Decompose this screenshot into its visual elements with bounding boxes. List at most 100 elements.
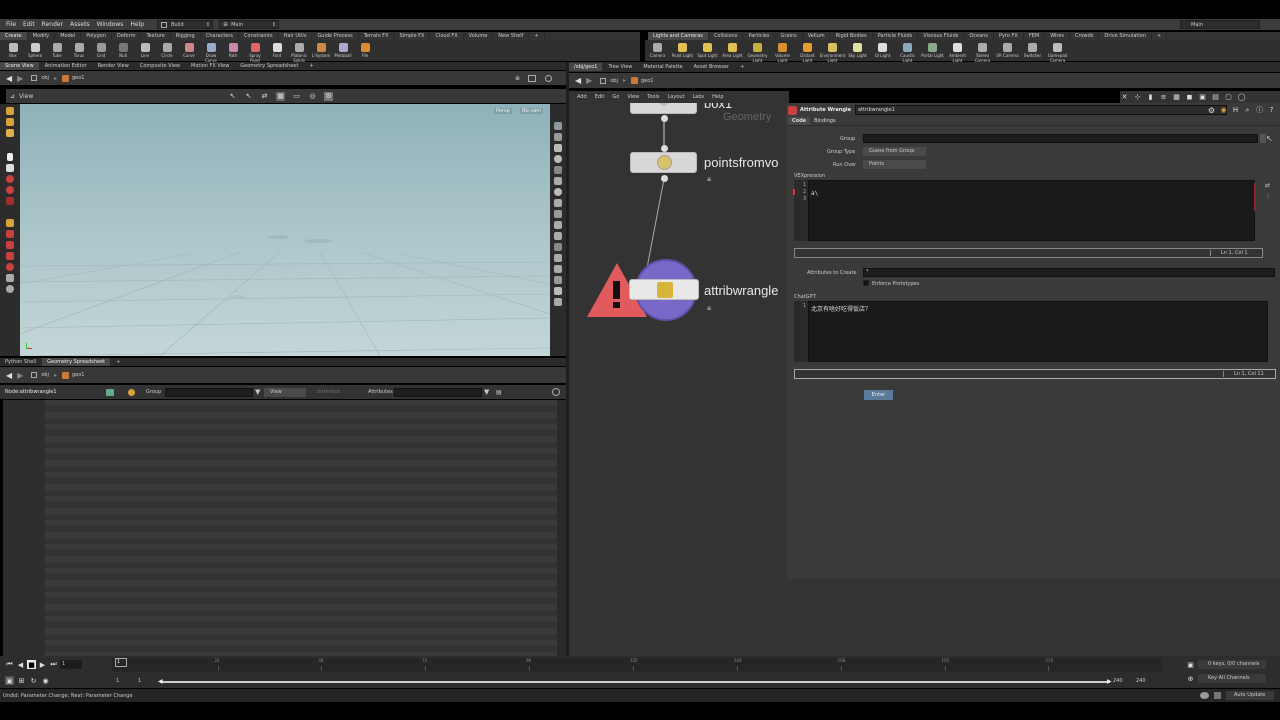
update-mode-icon[interactable] [1214,692,1221,699]
vex-snippet-icon[interactable]: ⇄ [1265,182,1270,189]
select-arrow-icon[interactable]: ↖ [1266,134,1273,143]
shelf-tab-texture[interactable]: Texture [141,32,171,40]
spreadsheet-grid[interactable] [3,400,557,656]
display-icon-6[interactable] [554,177,562,185]
shelf-tab-modify[interactable]: Modify [28,32,56,40]
shelf-tab-vellum[interactable]: Vellum [803,32,831,40]
forward-arrow-icon[interactable]: ▶ [17,74,23,83]
shelf-tab-cloud-fx[interactable]: Cloud FX [430,32,464,40]
components-icon[interactable] [106,388,114,396]
pane-tab-geometry-spreadsheet[interactable]: Geometry Spreadsheet [42,358,112,366]
sync-icon[interactable]: ⇄ [260,92,269,101]
display-icon-1[interactable] [554,122,562,130]
run-over-dropdown[interactable]: Points [863,160,926,169]
gear-icon[interactable]: ⚙ [1207,106,1216,115]
display-icon-16[interactable] [554,287,562,295]
shelf-tool-curve[interactable]: Curve [178,40,200,58]
pane-tab-asset-browser[interactable]: Asset Browser [689,63,736,71]
tool-move-icon[interactable] [6,118,14,126]
path-geo[interactable]: geo1 [72,75,85,81]
shelf-tab-guide-process[interactable]: Guide Process [312,32,359,40]
path-geo[interactable]: geo1 [72,372,85,378]
box1-output-port[interactable] [661,115,668,122]
shelf-tab-lights-and-cameras[interactable]: Lights and Cameras [648,32,709,40]
key-all-button[interactable]: Key All Channels [1198,674,1266,683]
camera-icon[interactable]: ▭ [292,92,301,101]
vex-expand-icon[interactable]: ⋮ [1265,193,1271,200]
range-end[interactable]: 240 [1113,678,1123,684]
network-menu-help[interactable]: Help [712,94,723,100]
network-menu-layout[interactable]: Layout [668,94,685,100]
stop-icon[interactable]: ■ [27,660,36,669]
desktop-select[interactable]: Build ⇕ [157,20,214,29]
help-icon[interactable]: ? [1267,106,1276,115]
shelf-tool-distant-light[interactable]: Distant Light [795,40,820,63]
pane-tab-python-shell[interactable]: Python Shell [0,358,43,366]
shelf-tool-vr-camera[interactable]: VR Camera [995,40,1020,58]
shelf-tool-platonic-solids[interactable]: Platonic Solids [288,40,310,63]
shelf-tool-metaball[interactable]: Metaball [332,40,354,58]
network-menu-tools[interactable]: Tools [647,94,659,100]
network-menu-add[interactable]: Add [577,94,587,100]
shelf-tool-tube[interactable]: Tube [46,40,68,58]
tool-pose-icon[interactable] [6,197,14,205]
pane-tab-material-palette[interactable]: Material Palette [638,63,689,71]
filter-icon[interactable]: ▼ [484,388,489,396]
pane-tab-animation-editor[interactable]: Animation Editor [40,62,93,70]
chatgpt-prompt-editor[interactable]: 北京有啥好吃得饭店？ [808,301,1268,362]
display-icon-10[interactable] [554,221,562,229]
shelf-tool-switcher[interactable]: Switcher [1020,40,1045,58]
range-icon[interactable]: ▣ [5,676,14,685]
pane-tab-geometry-spreadsheet[interactable]: Geometry Spreadsheet [235,62,305,70]
columns-icon[interactable]: ▤ [496,389,502,396]
view-menu-icon[interactable]: ⊿ [10,93,15,100]
tool-rotate-icon[interactable] [6,175,14,183]
shelf-tool-gamepad-camera[interactable]: Gamepad Camera [1045,40,1070,63]
shelf-tool-stereo-camera[interactable]: Stereo Camera [970,40,995,63]
tool-handle-icon[interactable] [6,129,14,137]
display-icon-15[interactable] [554,276,562,284]
range-handle-right[interactable]: ▶ [1107,678,1112,685]
group-field[interactable] [863,134,1258,143]
forward-arrow-icon[interactable]: ▶ [586,76,592,85]
shelf-tool-circle[interactable]: Circle [156,40,178,58]
pane-tab-add-tab-icon[interactable]: + [111,358,127,366]
path-geo[interactable]: geo1 [641,78,654,84]
enforce-prototypes-checkbox[interactable] [863,280,869,286]
shelf-tab-new-shelf[interactable]: New Shelf [493,32,530,40]
list-icon[interactable]: ≡ [1159,93,1168,102]
pointsfromvolume-node[interactable] [630,152,697,173]
tool-grid-icon[interactable] [6,241,14,249]
range-end-frame[interactable]: 240 [1136,678,1146,684]
shelf-tool-caustic-light[interactable]: Caustic Light [895,40,920,63]
display-icon-9[interactable] [554,210,562,218]
shelf-tab-drive-simulation[interactable]: Drive Simulation [1099,32,1152,40]
display-icon-12[interactable] [554,243,562,251]
shelf-tab-grains[interactable]: Grains [776,32,803,40]
pane-tab-add-tab-icon[interactable]: + [304,62,320,70]
bulb-icon[interactable]: ◉ [1219,106,1228,115]
menu-edit[interactable]: Edit [23,21,35,28]
shelf-tab-fem[interactable]: FEM [1024,32,1046,40]
display-icon-3[interactable] [554,144,562,152]
path-obj[interactable]: obj [41,372,49,378]
display-icon-17[interactable] [554,298,562,306]
shelf-tool-font[interactable]: Font [266,40,288,58]
network-menu-edit[interactable]: Edit [595,94,605,100]
info-icon[interactable]: ⓘ [1255,106,1264,115]
path-obj[interactable]: obj [610,78,618,84]
menu-windows[interactable]: Windows [97,21,124,28]
shelf-tab-oceans[interactable]: Oceans [964,32,994,40]
timeline-ruler[interactable]: 1 24 48 72 96 120 144 168 192 216 [112,658,1162,672]
current-frame-field[interactable]: 1 [60,660,82,669]
shelf-tab-polygon[interactable]: Polygon [81,32,112,40]
back-arrow-icon[interactable]: ◀ [6,74,12,83]
shelf-tool-l-system[interactable]: L-System [310,40,332,58]
color-icon[interactable]: ▦ [1172,93,1181,102]
tool-magnet-icon[interactable] [6,230,14,238]
pane-tab-scene-view[interactable]: Scene View [0,62,40,70]
right-main-select[interactable]: Main [1180,20,1260,29]
wrench-icon[interactable]: ✕ [1120,93,1129,102]
shelf-tab-particle-fluids[interactable]: Particle Fluids [873,32,919,40]
desktop-main-select[interactable]: ⊕ Main ⇕ [219,20,280,29]
